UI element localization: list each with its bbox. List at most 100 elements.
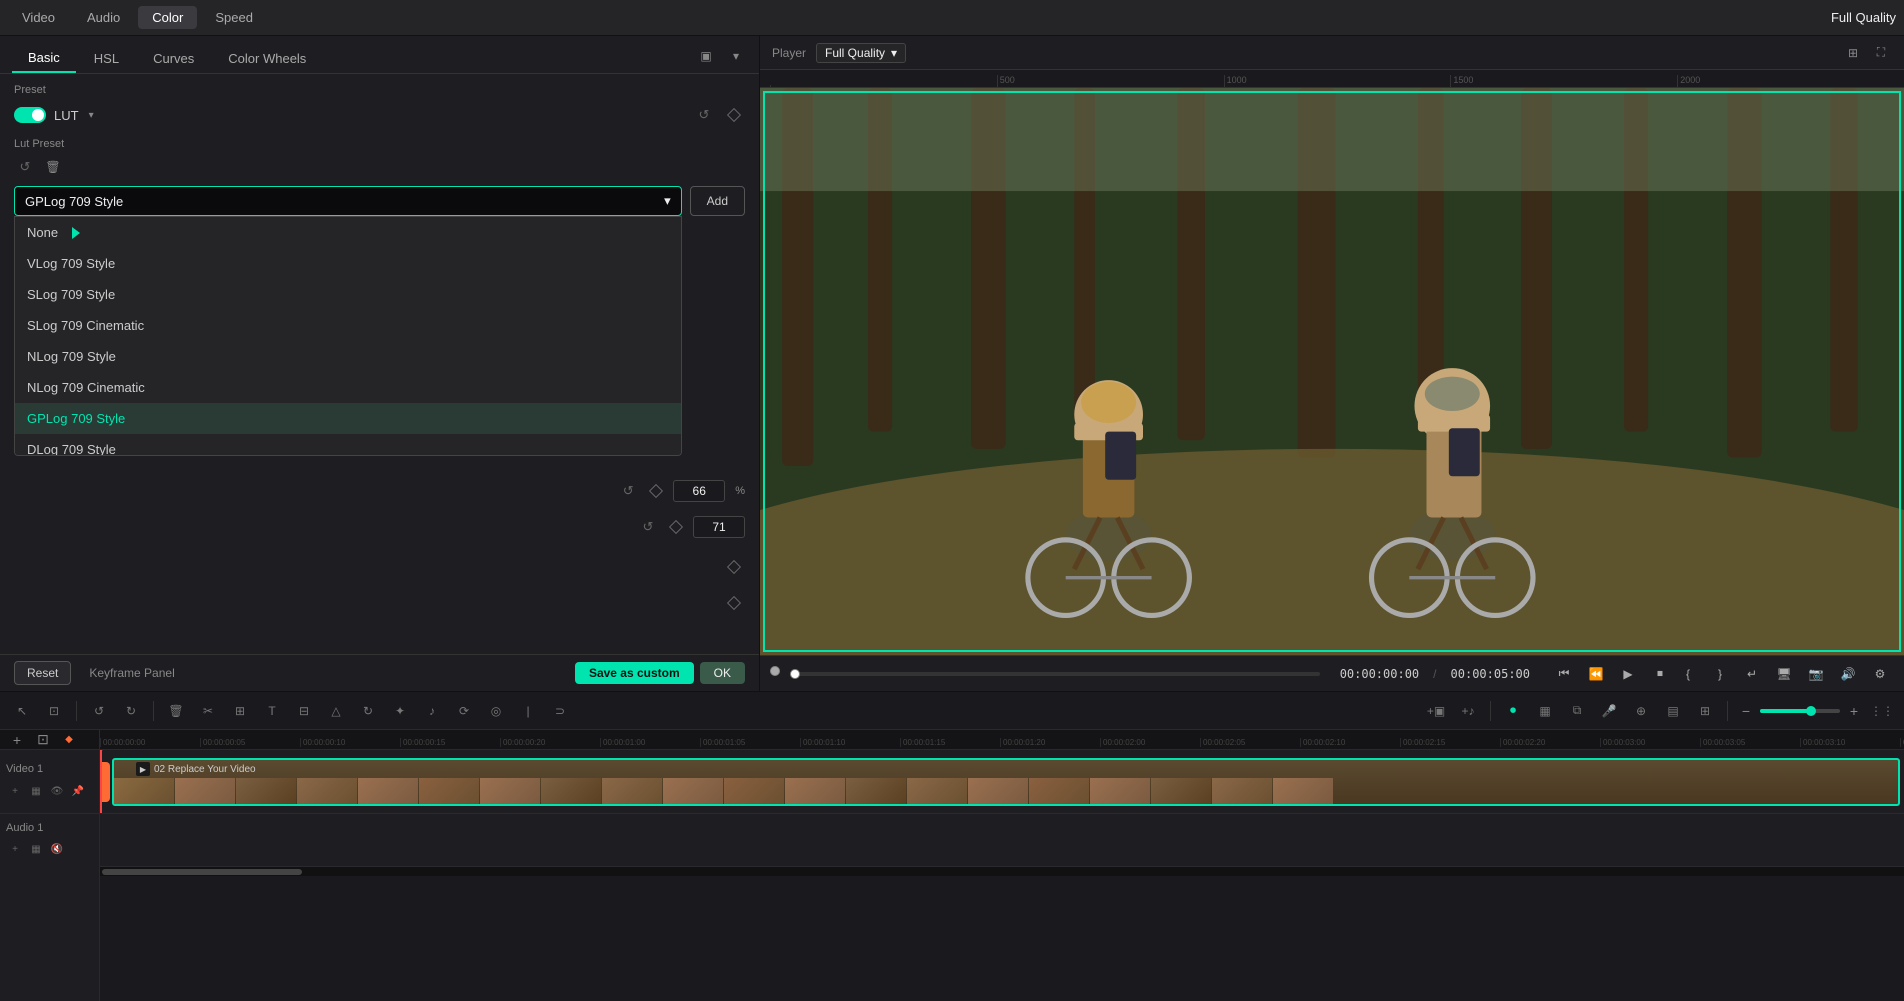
- progress-dot[interactable]: [770, 666, 780, 676]
- prev-frame-button[interactable]: ⏮: [1550, 660, 1578, 688]
- value-input-1[interactable]: 66: [673, 480, 725, 502]
- record-btn[interactable]: ⏺: [1499, 697, 1527, 725]
- player-expand-icon[interactable]: ⛶: [1870, 42, 1892, 64]
- lut-dropdown-arrow[interactable]: ▾: [89, 110, 94, 121]
- panel-collapse-icon[interactable]: ▾: [725, 45, 747, 67]
- panel-toggle-icon[interactable]: ▣: [695, 45, 717, 67]
- video-track-add-icon[interactable]: +: [6, 782, 24, 800]
- save-custom-button[interactable]: Save as custom: [575, 662, 694, 684]
- link-tool[interactable]: ⊃: [546, 697, 574, 725]
- transform-tool[interactable]: ⊞: [226, 697, 254, 725]
- audio-adj-tool[interactable]: ♪: [418, 697, 446, 725]
- sub-tab-basic[interactable]: Basic: [12, 44, 76, 73]
- tab-audio[interactable]: Audio: [73, 6, 134, 29]
- rotate-tool[interactable]: ↻: [354, 697, 382, 725]
- tab-color[interactable]: Color: [138, 6, 197, 29]
- ok-button[interactable]: OK: [700, 662, 745, 684]
- audio-track-mute-icon[interactable]: 🔇: [48, 841, 66, 859]
- bracket-left-icon[interactable]: {: [1674, 660, 1702, 688]
- preset-trash-icon[interactable]: 🗑: [42, 156, 64, 178]
- lut-dropdown-trigger[interactable]: GPLog 709 Style ▾: [14, 186, 682, 216]
- effect-tool[interactable]: ✦: [386, 697, 414, 725]
- mic-btn[interactable]: 🎤: [1595, 697, 1623, 725]
- keyframe-panel-button[interactable]: Keyframe Panel: [79, 662, 184, 684]
- layer-btn[interactable]: ⧉: [1563, 697, 1591, 725]
- delete-tool[interactable]: 🗑: [162, 697, 190, 725]
- shape-tool[interactable]: △: [322, 697, 350, 725]
- lut-diamond-icon[interactable]: [723, 104, 745, 126]
- go-to-icon[interactable]: ↵: [1738, 660, 1766, 688]
- lut-option-none[interactable]: None: [15, 217, 681, 248]
- lut-option-nlog709[interactable]: NLog 709 Style: [15, 341, 681, 372]
- select-tool[interactable]: ⊡: [40, 697, 68, 725]
- sub-tab-color-wheels[interactable]: Color Wheels: [212, 45, 322, 72]
- player-grid-icon[interactable]: ⊞: [1842, 42, 1864, 64]
- camera-icon[interactable]: 📷: [1802, 660, 1830, 688]
- media-btn[interactable]: ▦: [1531, 697, 1559, 725]
- lut-option-slog709[interactable]: SLog 709 Style: [15, 279, 681, 310]
- overlay-btn[interactable]: ⊕: [1627, 697, 1655, 725]
- cursor-tool[interactable]: ↖: [8, 697, 36, 725]
- timeline-marker-btn[interactable]: ◆: [58, 730, 80, 751]
- value-row-1-diamond-icon[interactable]: [645, 480, 667, 502]
- zoom-slider[interactable]: [1760, 709, 1840, 713]
- thumb-4: [297, 778, 357, 806]
- preset-reset-icon[interactable]: ↺: [14, 156, 36, 178]
- sub-tab-curves[interactable]: Curves: [137, 45, 210, 72]
- audio-track-add-icon[interactable]: +: [6, 841, 24, 859]
- tab-video[interactable]: Video: [8, 6, 69, 29]
- value-row-3-diamond-icon[interactable]: [723, 556, 745, 578]
- lut-option-gplog709[interactable]: GPLog 709 Style: [15, 403, 681, 434]
- track-settings-btn[interactable]: ⊡: [32, 730, 54, 751]
- value-row-2-diamond-icon[interactable]: [665, 516, 687, 538]
- lut-option-nlog709c[interactable]: NLog 709 Cinematic: [15, 372, 681, 403]
- quality-dropdown[interactable]: Full Quality ▾: [816, 43, 906, 63]
- zoom-minus-btn[interactable]: −: [1736, 701, 1756, 721]
- lut-option-dlog709[interactable]: DLog 709 Style: [15, 434, 681, 456]
- stop-button[interactable]: ⏹: [1646, 660, 1674, 688]
- toolbar-sep-3: [1490, 701, 1491, 721]
- play-button[interactable]: ▶: [1614, 660, 1642, 688]
- lut-option-vlog[interactable]: VLog 709 Style: [15, 248, 681, 279]
- split-tool[interactable]: |: [514, 697, 542, 725]
- lut-reset-icon[interactable]: ↺: [693, 104, 715, 126]
- speed-tool[interactable]: ⟳: [450, 697, 478, 725]
- stabilize-tool[interactable]: ◎: [482, 697, 510, 725]
- value-input-2[interactable]: 71: [693, 516, 745, 538]
- bracket-right-icon[interactable]: }: [1706, 660, 1734, 688]
- volume-icon[interactable]: 🔊: [1834, 660, 1862, 688]
- expand-timeline-btn[interactable]: ⋮⋮: [1868, 697, 1896, 725]
- monitor-icon[interactable]: 🖥: [1770, 660, 1798, 688]
- track-add-video[interactable]: +▣: [1422, 697, 1450, 725]
- video-track-eye-icon[interactable]: 👁: [48, 782, 66, 800]
- redo-tool[interactable]: ↻: [117, 697, 145, 725]
- crop-tool[interactable]: ⊟: [290, 697, 318, 725]
- progress-thumb[interactable]: [790, 669, 800, 679]
- playhead[interactable]: [100, 750, 102, 813]
- video-clip[interactable]: ▶ 02 Replace Your Video: [112, 758, 1900, 806]
- add-track-btn[interactable]: +: [6, 730, 28, 751]
- text-tool[interactable]: T: [258, 697, 286, 725]
- cut-tool[interactable]: ✂: [194, 697, 222, 725]
- video-track-media-icon[interactable]: ▦: [27, 782, 45, 800]
- reset-button[interactable]: Reset: [14, 661, 71, 685]
- add-button[interactable]: Add: [690, 186, 745, 216]
- value-row-2-reset-icon[interactable]: ↺: [637, 516, 659, 538]
- scrollbar-thumb[interactable]: [102, 869, 302, 875]
- track-add-audio[interactable]: +♪: [1454, 697, 1482, 725]
- lut-option-slog709c[interactable]: SLog 709 Cinematic: [15, 310, 681, 341]
- play-back-button[interactable]: ⏪: [1582, 660, 1610, 688]
- import-btn[interactable]: ⊞: [1691, 697, 1719, 725]
- tab-speed[interactable]: Speed: [201, 6, 267, 29]
- undo-tool[interactable]: ↺: [85, 697, 113, 725]
- value-row-4-diamond-icon[interactable]: [723, 592, 745, 614]
- sub-tab-hsl[interactable]: HSL: [78, 45, 135, 72]
- audio-track-media-icon[interactable]: ▦: [27, 841, 45, 859]
- caption-btn[interactable]: ▤: [1659, 697, 1687, 725]
- value-row-1-reset-icon[interactable]: ↺: [617, 480, 639, 502]
- lut-toggle[interactable]: [14, 107, 46, 123]
- progress-bar[interactable]: [790, 672, 1320, 676]
- zoom-plus-btn[interactable]: +: [1844, 701, 1864, 721]
- video-track-pin-icon[interactable]: 📌: [69, 782, 87, 800]
- settings-icon[interactable]: ⚙: [1866, 660, 1894, 688]
